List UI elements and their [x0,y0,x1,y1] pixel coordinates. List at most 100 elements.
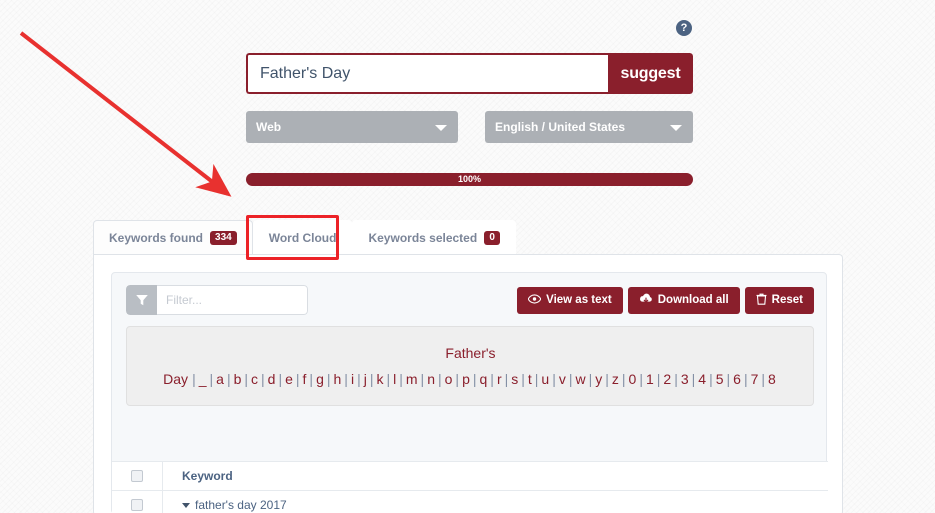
word-cloud-letter-link-5[interactable]: 5 [715,371,725,387]
tab-keywords-found-badge: 334 [210,231,237,245]
tab-bar: Keywords found 334 Word Cloud Keywords s… [93,219,843,255]
reset-label: Reset [771,294,803,306]
progress-bar: 100% [246,173,693,186]
word-cloud-letter-link-4[interactable]: 4 [697,371,707,387]
source-select[interactable]: Web [246,111,458,143]
word-cloud-separator: | [552,371,556,387]
word-cloud-separator: | [521,371,525,387]
progress-bar-fill: 100% [246,173,693,186]
word-cloud-letter-link-3[interactable]: 3 [680,371,690,387]
word-cloud-letter-link-6[interactable]: 6 [732,371,742,387]
word-cloud-letter-link-r[interactable]: r [496,371,503,387]
word-cloud-pane: View as text Download all [111,272,828,513]
word-cloud-letter-link-p[interactable]: p [461,371,471,387]
page-root: ? suggest Web English / United States 10… [0,0,935,513]
word-cloud-separator: | [709,371,713,387]
word-cloud-separator: | [192,371,196,387]
filter-group [126,285,308,315]
word-cloud-separator: | [761,371,766,387]
keyword-label: father's day 2017 [195,498,287,512]
word-cloud-letter-link-v[interactable]: v [558,371,567,387]
word-cloud-separator: | [278,371,283,387]
tab-keywords-found[interactable]: Keywords found 334 [93,220,253,255]
trash-icon [756,293,767,308]
row-checkbox[interactable] [131,499,143,511]
word-cloud-letter-link-_[interactable]: _ [198,371,208,387]
word-cloud-separator: | [209,371,214,387]
tab-keywords-selected-badge: 0 [484,231,501,245]
chevron-down-icon [435,125,447,131]
row-select-cell [112,490,163,513]
table-header-row: Keyword [112,461,828,491]
tab-keywords-selected[interactable]: Keywords selected 0 [352,220,517,255]
word-cloud-letter-link-w[interactable]: w [575,371,587,387]
word-cloud-letter-link-e[interactable]: e [284,371,294,387]
word-cloud-separator: | [490,371,494,387]
keyword-table: Keyword father's day 2017 [112,461,828,513]
word-cloud-letter-link-n[interactable]: n [426,371,436,387]
word-cloud-separator: | [261,371,265,387]
word-cloud-box: Father's Day | _ | a | b | c | d | e | f | g | h | i | j | k | l | m… [126,326,814,406]
word-cloud-letter-link-z[interactable]: z [611,371,620,387]
word-cloud-separator: | [357,371,361,387]
word-cloud-separator: | [568,371,573,387]
funnel-icon[interactable] [126,285,157,315]
options-row: Web English / United States [246,111,693,143]
word-cloud-letter-link-8[interactable]: 8 [767,371,777,387]
word-cloud-separator: | [605,371,609,387]
word-cloud-separator: | [295,371,300,387]
word-cloud-letter-link-t[interactable]: t [527,371,533,387]
word-cloud-letter-link-s[interactable]: s [510,371,519,387]
pane-toolbar: View as text Download all [126,285,814,315]
chevron-down-icon [670,125,682,131]
word-cloud-letter-link-h[interactable]: h [333,371,343,387]
word-cloud-letter-link-y[interactable]: y [594,371,603,387]
action-buttons: View as text Download all Reset [517,286,814,314]
reset-button[interactable]: Reset [744,286,814,314]
word-cloud-separator: | [399,371,403,387]
word-cloud-letter-link-o[interactable]: o [444,371,454,387]
word-cloud-separator: | [472,371,477,387]
word-cloud-separator: | [244,371,249,387]
word-cloud-letter-link-c[interactable]: c [250,371,259,387]
word-cloud-letter-link-2[interactable]: 2 [662,371,672,387]
tab-keywords-found-label: Keywords found [109,231,204,245]
word-cloud-separator: | [386,371,391,387]
search-input[interactable] [246,53,608,94]
cloud-download-icon [639,293,653,307]
download-all-label: Download all [657,294,729,306]
word-cloud-separator: | [344,371,348,387]
language-select[interactable]: English / United States [485,111,693,143]
word-cloud-letter-link-7[interactable]: 7 [750,371,760,387]
word-cloud-separator: | [226,371,231,387]
word-cloud-separator: | [437,371,442,387]
caret-down-icon[interactable] [182,502,190,508]
view-as-text-label: View as text [546,294,612,306]
word-cloud-letter-link-q[interactable]: q [479,371,489,387]
word-cloud-letter-link-u[interactable]: u [540,371,550,387]
word-cloud-letter-link-1[interactable]: 1 [645,371,655,387]
suggest-button[interactable]: suggest [608,53,693,94]
word-cloud-letter-link-a[interactable]: a [215,371,225,387]
view-as-text-button[interactable]: View as text [517,286,623,314]
word-cloud-letter-link-g[interactable]: g [315,371,325,387]
table-row[interactable]: father's day 2017 [112,490,828,513]
select-all-checkbox[interactable] [131,470,143,482]
tab-word-cloud[interactable]: Word Cloud [252,220,353,255]
word-cloud-separator: | [621,371,626,387]
word-cloud-letter-link-d[interactable]: d [267,371,277,387]
eye-icon [527,293,542,307]
tab-keywords-selected-label: Keywords selected [368,231,478,245]
word-cloud-letter-link-b[interactable]: b [233,371,243,387]
word-cloud-letter-link-0[interactable]: 0 [628,371,638,387]
word-cloud-separator: | [743,371,748,387]
word-cloud-separator: | [639,371,643,387]
download-all-button[interactable]: Download all [627,286,740,314]
help-icon[interactable]: ? [676,20,692,36]
language-select-value: English / United States [495,120,626,134]
search-bar: suggest [246,53,693,94]
word-cloud-letter-link-m[interactable]: m [405,371,419,387]
filter-input[interactable] [157,285,308,315]
column-header-keyword[interactable]: Keyword [163,469,233,483]
tab-word-cloud-label: Word Cloud [268,231,337,245]
